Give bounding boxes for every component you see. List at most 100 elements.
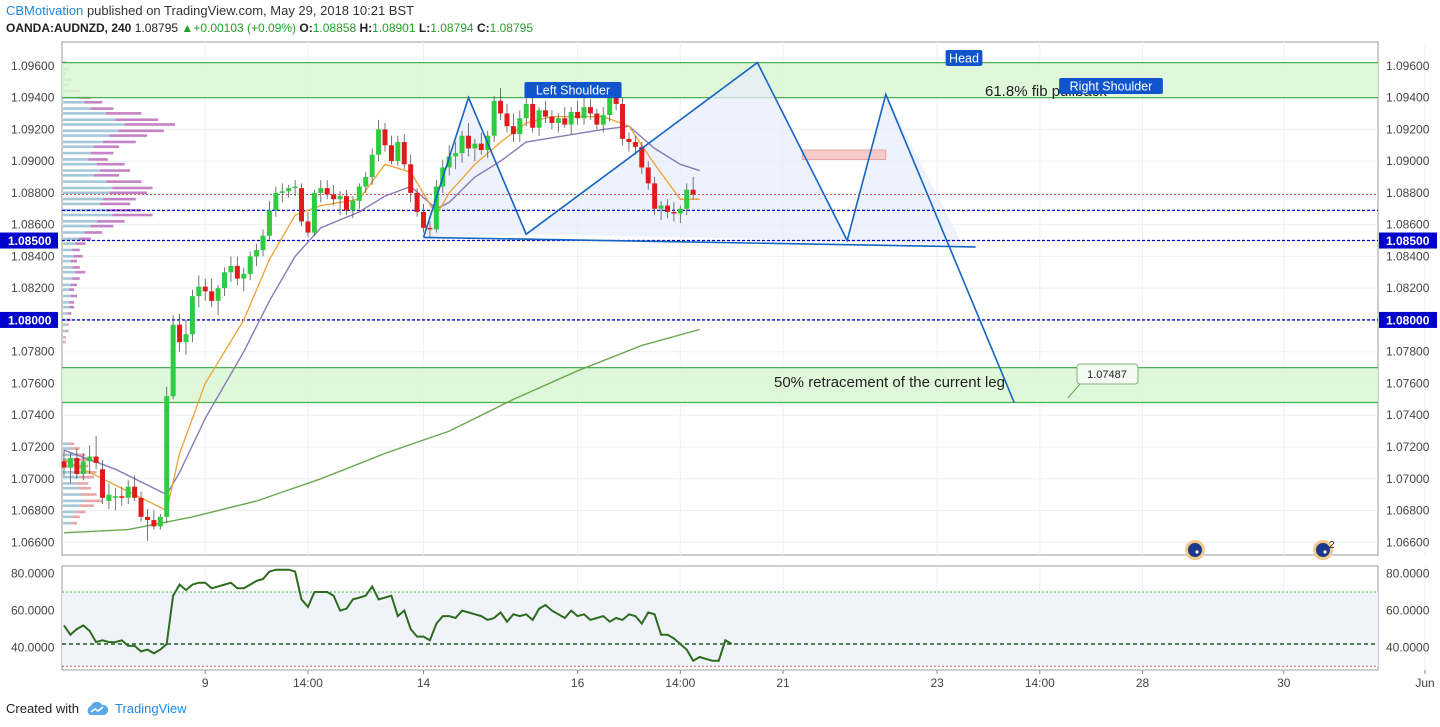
volume-profile-bar — [70, 259, 77, 263]
y-tick-left: 1.06800 — [11, 504, 55, 518]
candle-body — [427, 227, 433, 230]
volume-profile-bar — [63, 499, 85, 503]
flag-icon-inner — [1316, 543, 1330, 557]
volume-profile-bar — [63, 486, 79, 490]
ohlc-legend: OANDA:AUDNZD, 240 1.08795 ▲+0.00103 (+0.… — [6, 21, 533, 35]
volume-profile-bar — [63, 277, 73, 280]
volume-profile-bar — [96, 220, 125, 223]
y-tick-right: 1.08400 — [1386, 249, 1430, 263]
x-tick-label: 16 — [571, 676, 585, 690]
candle-body — [388, 145, 394, 162]
candle-body — [491, 100, 497, 136]
y-tick-right: 1.06800 — [1386, 504, 1430, 518]
y-tick-right: 1.09000 — [1386, 154, 1430, 168]
author-link[interactable]: CBMotivation — [6, 3, 83, 18]
candle-body — [151, 520, 157, 527]
candle-body — [311, 192, 317, 233]
candle-body — [600, 115, 606, 125]
candle-body — [241, 273, 247, 279]
volume-profile-bar — [63, 134, 110, 137]
flag-icon-star — [1195, 550, 1199, 554]
candle-body — [459, 135, 465, 154]
volume-profile-bar — [64, 336, 66, 339]
volume-profile-bar — [63, 305, 70, 309]
y-tick-right: 1.07200 — [1386, 440, 1430, 454]
y-tick-left: 1.08400 — [11, 249, 55, 263]
volume-profile-bar — [63, 202, 100, 206]
candle-body — [594, 113, 600, 125]
y-tick-left: 1.07800 — [11, 345, 55, 359]
candle-body — [337, 196, 343, 200]
y-tick-left: 1.09400 — [11, 91, 55, 105]
candle-body — [132, 486, 138, 498]
candle-body — [196, 286, 202, 297]
candle-body — [67, 458, 73, 468]
candle-body — [331, 194, 337, 200]
candle-body — [222, 272, 227, 289]
change-value: +0.00103 (+0.09%) — [193, 21, 297, 35]
x-tick-label: Jun — [1415, 676, 1434, 690]
candle-body — [119, 496, 125, 498]
x-tick-label: 21 — [776, 676, 790, 690]
candle-body — [254, 250, 260, 257]
candle-body — [87, 456, 93, 462]
y-tick-right: 1.09600 — [1386, 59, 1430, 73]
volume-profile-bar — [76, 482, 89, 485]
candle-body — [421, 211, 427, 228]
candle-body — [318, 188, 324, 193]
candle-body — [632, 142, 638, 147]
volume-profile-bar — [84, 231, 103, 234]
candle-body — [472, 143, 478, 149]
candle-body — [408, 164, 414, 193]
volume-profile-bar — [63, 312, 68, 315]
volume-profile-bar — [124, 123, 175, 126]
volume-profile-bar — [96, 162, 125, 166]
x-tick-label: 14:00 — [665, 676, 695, 690]
up-arrow-icon: ▲ — [181, 21, 194, 35]
volume-profile-bar — [72, 266, 80, 269]
high-label: H: — [359, 21, 373, 35]
x-tick-label: 9 — [202, 676, 209, 690]
volume-profile-bar — [63, 259, 71, 263]
y-tick-left: 1.09200 — [11, 122, 55, 136]
volume-profile-bar — [90, 224, 114, 228]
candle-body — [626, 138, 632, 143]
volume-profile-bar — [78, 237, 91, 241]
y-tick-right: 1.07800 — [1386, 345, 1430, 359]
candle-body — [292, 186, 298, 189]
volume-profile-bar — [75, 270, 86, 274]
volume-profile-bar — [63, 129, 119, 133]
volume-profile-bar — [84, 499, 103, 503]
candle-body — [157, 516, 163, 527]
retracement-annotation: 50% retracement of the current leg — [774, 374, 1005, 391]
volume-profile-bar — [63, 521, 71, 525]
volume-profile-bar — [81, 493, 97, 496]
candle-body — [575, 111, 581, 119]
candle-body — [453, 153, 459, 157]
open-label: O: — [299, 21, 313, 35]
volume-profile-bar — [70, 521, 77, 525]
volume-profile-bar — [112, 213, 153, 217]
x-tick-label: 14 — [417, 676, 431, 690]
volume-profile-bar — [75, 242, 86, 245]
volume-profile-bar — [64, 340, 66, 344]
volume-profile-bar — [99, 169, 131, 172]
volume-profile-bar — [63, 220, 97, 223]
chart-canvas: 61.8% fib pullbackLeft ShoulderHeadRight… — [0, 41, 1437, 690]
volume-profile-bar — [63, 288, 70, 291]
y-tick-left: 1.07600 — [11, 376, 55, 390]
tradingview-brand[interactable]: TradingView — [115, 701, 187, 716]
y-tick-left: 1.08000 — [8, 313, 52, 327]
candle-body — [555, 118, 561, 123]
volume-profile-bar — [63, 270, 76, 274]
candle-body — [106, 494, 112, 501]
footer: Created with TradingView — [6, 701, 187, 716]
candle-body — [177, 324, 183, 343]
volume-profile-bar — [106, 112, 142, 115]
publish-header: CBMotivation published on TradingView.co… — [6, 3, 414, 18]
x-tick-label: 14:00 — [1025, 676, 1055, 690]
volume-profile-bar — [63, 294, 71, 298]
candle-body — [202, 286, 208, 292]
candle-body — [247, 256, 253, 274]
y-tick-right: 1.08000 — [1386, 313, 1430, 327]
